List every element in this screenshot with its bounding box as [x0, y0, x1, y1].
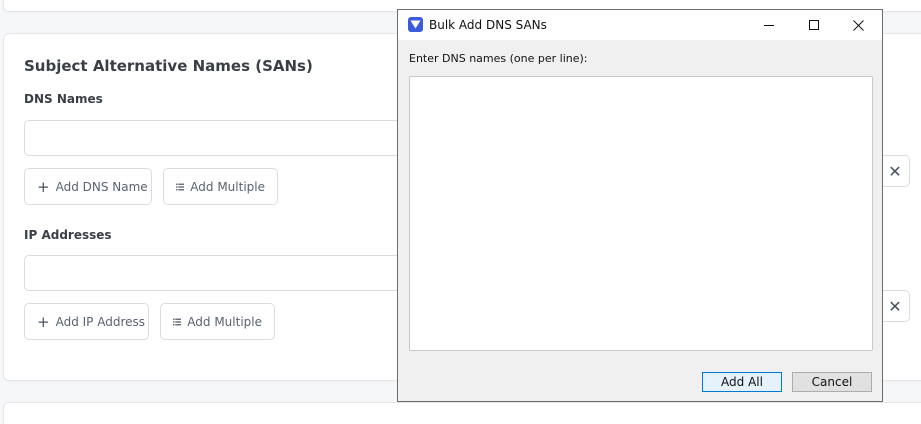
- ip-addresses-label: IP Addresses: [24, 228, 112, 242]
- cancel-button[interactable]: Cancel: [792, 372, 872, 392]
- bulk-add-dns-dialog: Bulk Add DNS SANs Enter DNS names (one p…: [397, 9, 883, 402]
- close-icon: [853, 19, 864, 31]
- section-title: Subject Alternative Names (SANs): [24, 57, 313, 75]
- minimize-button[interactable]: [746, 10, 791, 40]
- remove-dns-name-button[interactable]: ✕: [880, 155, 910, 187]
- remove-ip-address-button[interactable]: ✕: [880, 290, 910, 322]
- add-ip-address-label: Add IP Address: [55, 314, 146, 329]
- dns-names-label: DNS Names: [24, 92, 103, 106]
- ip-add-multiple-button[interactable]: Add Multiple: [160, 303, 275, 340]
- maximize-button[interactable]: [791, 10, 836, 40]
- dns-add-multiple-button[interactable]: Add Multiple: [163, 168, 278, 205]
- add-dns-name-label: Add DNS Name: [55, 179, 148, 194]
- dialog-title: Bulk Add DNS SANs: [429, 18, 547, 32]
- dialog-titlebar[interactable]: Bulk Add DNS SANs: [398, 10, 882, 40]
- dns-names-prompt: Enter DNS names (one per line):: [409, 52, 588, 65]
- shield-icon: [408, 17, 423, 32]
- minimize-icon: [763, 25, 774, 26]
- close-button[interactable]: [836, 10, 881, 40]
- list-icon: [173, 318, 182, 325]
- add-all-button[interactable]: Add All: [702, 372, 782, 392]
- bottom-card: [3, 402, 921, 424]
- ip-add-multiple-label: Add Multiple: [187, 314, 262, 329]
- list-icon: [176, 183, 185, 190]
- maximize-icon: [808, 20, 819, 30]
- plus-icon: +: [37, 312, 50, 331]
- close-icon: ✕: [888, 296, 902, 316]
- add-ip-address-button[interactable]: + Add IP Address: [24, 303, 149, 340]
- close-icon: ✕: [888, 161, 902, 181]
- add-dns-name-button[interactable]: + Add DNS Name: [24, 168, 152, 205]
- dns-add-multiple-label: Add Multiple: [190, 179, 265, 194]
- plus-icon: +: [37, 177, 50, 196]
- dns-names-textarea[interactable]: [409, 76, 873, 351]
